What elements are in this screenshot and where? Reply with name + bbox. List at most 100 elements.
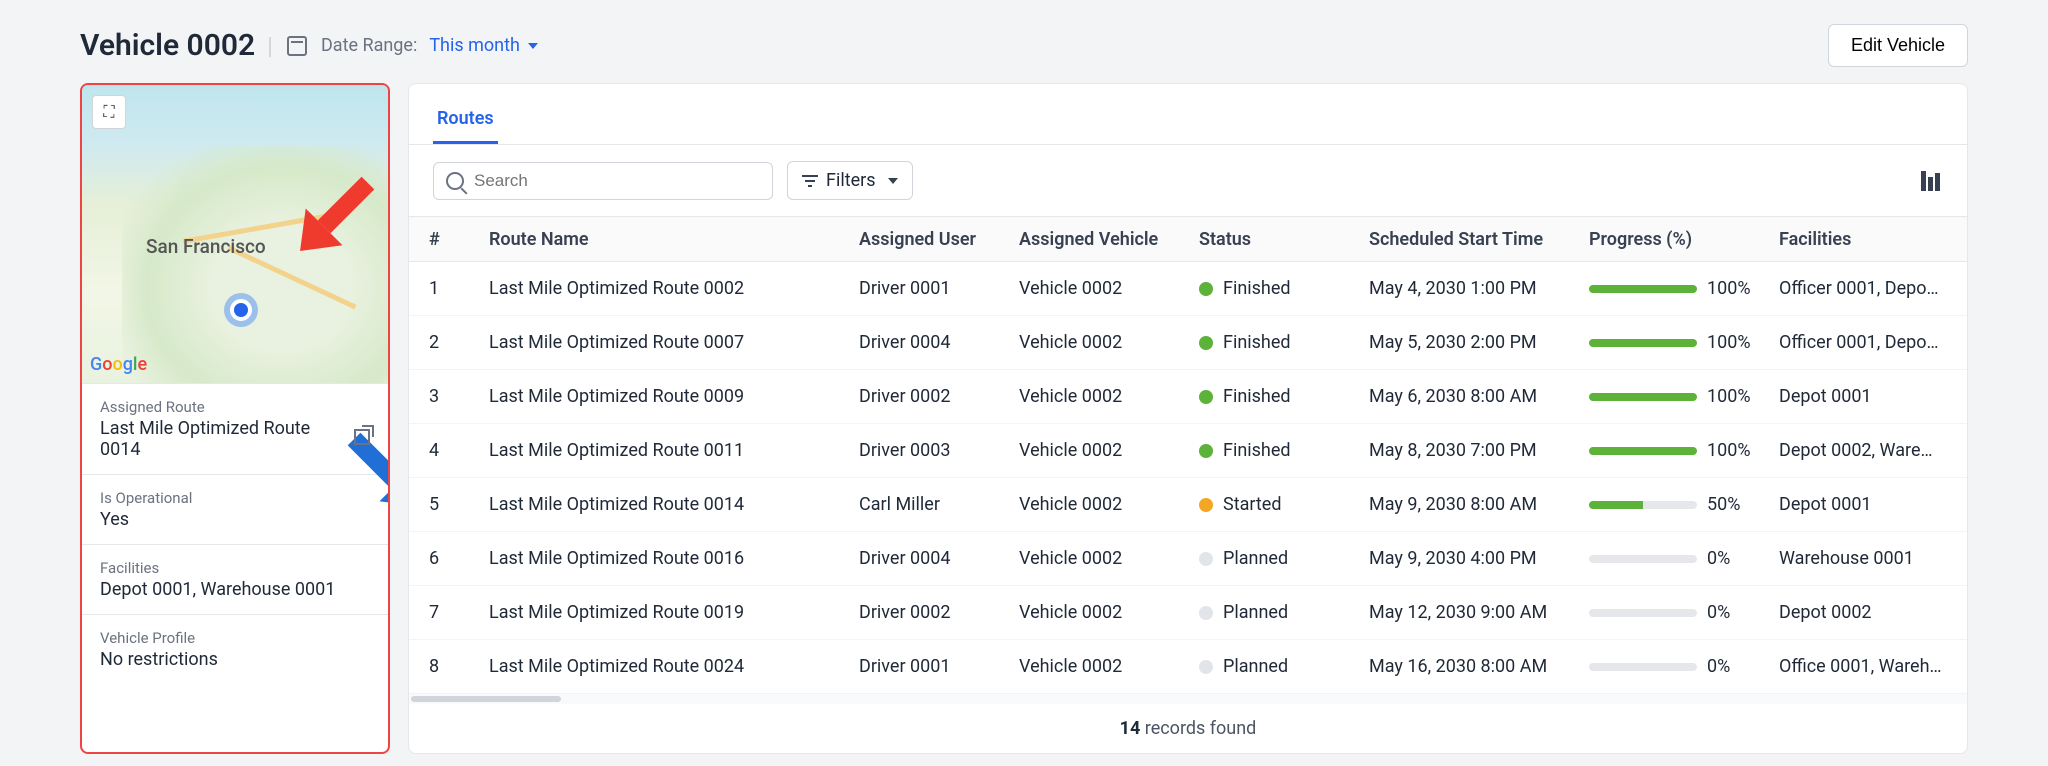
- cell-assigned-vehicle: Vehicle 0002: [1011, 332, 1191, 353]
- chevron-down-icon: [528, 43, 538, 49]
- cell-assigned-user: Driver 0002: [851, 602, 1011, 623]
- cell-route-name: Last Mile Optimized Route 0002: [481, 278, 851, 299]
- column-settings-button[interactable]: [1921, 171, 1943, 191]
- cell-assigned-vehicle: Vehicle 0002: [1011, 548, 1191, 569]
- cell-assigned-user: Driver 0002: [851, 386, 1011, 407]
- operational-field: Is Operational Yes: [82, 474, 388, 544]
- record-count: 14: [1120, 718, 1141, 739]
- col-progress[interactable]: Progress (%): [1581, 229, 1771, 250]
- cell-progress: 100%: [1581, 386, 1771, 407]
- search-input[interactable]: [474, 171, 760, 191]
- col-route-name[interactable]: Route Name: [481, 229, 851, 250]
- cell-assigned-user: Driver 0004: [851, 548, 1011, 569]
- cell-facilities: Warehouse 0001: [1771, 548, 1951, 569]
- table-row[interactable]: 3Last Mile Optimized Route 0009Driver 00…: [409, 370, 1967, 424]
- map-vehicle-marker[interactable]: [230, 299, 252, 321]
- cell-status: Planned: [1191, 548, 1361, 569]
- status-dot-icon: [1199, 444, 1213, 458]
- map-attribution: Google: [90, 354, 147, 375]
- cell-index: 2: [421, 332, 481, 353]
- table-row[interactable]: 6Last Mile Optimized Route 0016Driver 00…: [409, 532, 1967, 586]
- cell-assigned-vehicle: Vehicle 0002: [1011, 656, 1191, 677]
- cell-index: 1: [421, 278, 481, 299]
- record-label: records found: [1145, 718, 1257, 739]
- status-dot-icon: [1199, 552, 1213, 566]
- table-row[interactable]: 1Last Mile Optimized Route 0002Driver 00…: [409, 262, 1967, 316]
- cell-progress: 100%: [1581, 332, 1771, 353]
- fullscreen-icon[interactable]: ⛶: [92, 95, 126, 129]
- table-row[interactable]: 8Last Mile Optimized Route 0024Driver 00…: [409, 640, 1967, 694]
- search-icon: [446, 172, 464, 190]
- vehicle-profile-field: Vehicle Profile No restrictions: [82, 614, 388, 684]
- status-dot-icon: [1199, 390, 1213, 404]
- status-dot-icon: [1199, 606, 1213, 620]
- cell-index: 5: [421, 494, 481, 515]
- cell-assigned-user: Driver 0001: [851, 278, 1011, 299]
- cell-index: 8: [421, 656, 481, 677]
- cell-start-time: May 4, 2030 1:00 PM: [1361, 278, 1581, 299]
- col-index[interactable]: #: [421, 229, 481, 250]
- col-facilities[interactable]: Facilities: [1771, 229, 1951, 250]
- table-row[interactable]: 4Last Mile Optimized Route 0011Driver 00…: [409, 424, 1967, 478]
- cell-assigned-vehicle: Vehicle 0002: [1011, 602, 1191, 623]
- filters-label: Filters: [826, 170, 876, 191]
- vehicle-profile-label: Vehicle Profile: [100, 629, 370, 647]
- cell-assigned-vehicle: Vehicle 0002: [1011, 494, 1191, 515]
- cell-status: Planned: [1191, 602, 1361, 623]
- col-assigned-vehicle[interactable]: Assigned Vehicle: [1011, 229, 1191, 250]
- date-range-label: Date Range:: [321, 35, 417, 56]
- cell-facilities: Depot 0002: [1771, 602, 1951, 623]
- map-panel[interactable]: San Francisco ⛶ Google: [82, 85, 388, 383]
- cell-facilities: Depot 0001: [1771, 386, 1951, 407]
- tab-routes[interactable]: Routes: [433, 96, 498, 144]
- page-title: Vehicle 0002: [80, 28, 255, 63]
- cell-assigned-vehicle: Vehicle 0002: [1011, 278, 1191, 299]
- table-row[interactable]: 2Last Mile Optimized Route 0007Driver 00…: [409, 316, 1967, 370]
- cell-route-name: Last Mile Optimized Route 0011: [481, 440, 851, 461]
- cell-facilities: Officer 0001, Depo…: [1771, 278, 1951, 299]
- cell-start-time: May 6, 2030 8:00 AM: [1361, 386, 1581, 407]
- tab-bar: Routes: [409, 84, 1967, 145]
- col-status[interactable]: Status: [1191, 229, 1361, 250]
- edit-vehicle-button[interactable]: Edit Vehicle: [1828, 24, 1968, 67]
- table-toolbar: Filters: [409, 145, 1967, 216]
- table-row[interactable]: 5Last Mile Optimized Route 0014Carl Mill…: [409, 478, 1967, 532]
- col-assigned-user[interactable]: Assigned User: [851, 229, 1011, 250]
- operational-value: Yes: [100, 509, 370, 530]
- table-body: 1Last Mile Optimized Route 0002Driver 00…: [409, 262, 1967, 694]
- facilities-value: Depot 0001, Warehouse 0001: [100, 579, 370, 600]
- status-dot-icon: [1199, 498, 1213, 512]
- search-field[interactable]: [433, 162, 773, 200]
- cell-progress: 0%: [1581, 602, 1771, 623]
- cell-status: Planned: [1191, 656, 1361, 677]
- cell-status: Finished: [1191, 332, 1361, 353]
- filters-button[interactable]: Filters: [787, 161, 913, 200]
- cell-status: Finished: [1191, 386, 1361, 407]
- cell-assigned-user: Carl Miller: [851, 494, 1011, 515]
- col-start-time[interactable]: Scheduled Start Time: [1361, 229, 1581, 250]
- cell-route-name: Last Mile Optimized Route 0016: [481, 548, 851, 569]
- cell-start-time: May 12, 2030 9:00 AM: [1361, 602, 1581, 623]
- cell-progress: 100%: [1581, 440, 1771, 461]
- external-link-icon: [354, 429, 370, 445]
- table-footer: 14 records found: [409, 704, 1967, 753]
- cell-assigned-user: Driver 0004: [851, 332, 1011, 353]
- cell-start-time: May 9, 2030 8:00 AM: [1361, 494, 1581, 515]
- page-header: Vehicle 0002 | Date Range: This month Ed…: [80, 16, 1968, 83]
- table-row[interactable]: 7Last Mile Optimized Route 0019Driver 00…: [409, 586, 1967, 640]
- cell-start-time: May 8, 2030 7:00 PM: [1361, 440, 1581, 461]
- cell-index: 7: [421, 602, 481, 623]
- table-header: # Route Name Assigned User Assigned Vehi…: [409, 216, 1967, 262]
- calendar-icon: [287, 36, 307, 56]
- cell-start-time: May 9, 2030 4:00 PM: [1361, 548, 1581, 569]
- date-range-value: This month: [429, 35, 520, 56]
- cell-index: 3: [421, 386, 481, 407]
- assigned-route-value: Last Mile Optimized Route 0014: [100, 418, 346, 460]
- cell-assigned-vehicle: Vehicle 0002: [1011, 386, 1191, 407]
- horizontal-scrollbar[interactable]: [409, 694, 1967, 704]
- cell-start-time: May 5, 2030 2:00 PM: [1361, 332, 1581, 353]
- cell-facilities: Depot 0001: [1771, 494, 1951, 515]
- chevron-down-icon: [888, 178, 898, 184]
- filter-icon: [802, 175, 818, 187]
- date-range-selector[interactable]: This month: [429, 35, 538, 56]
